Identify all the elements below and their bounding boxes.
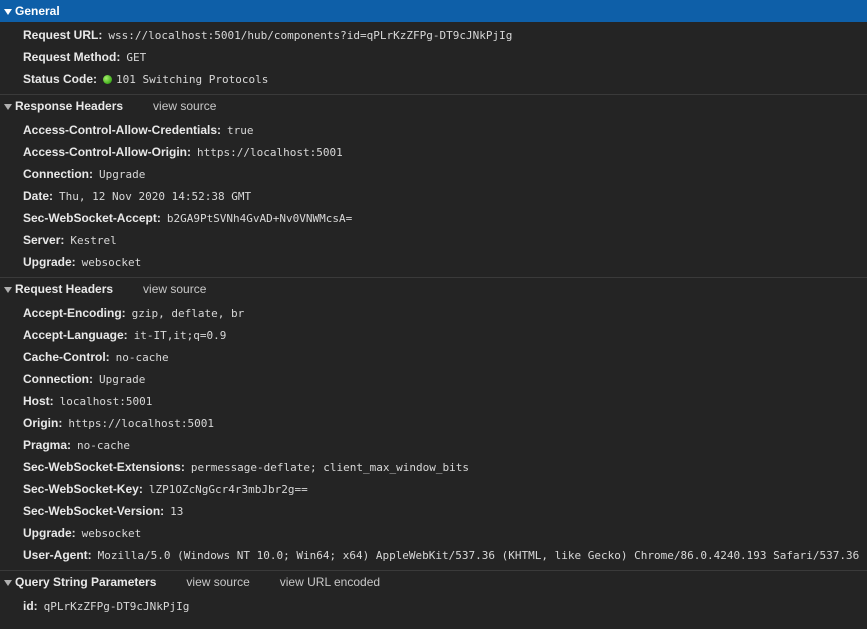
header-name: User-Agent: [23,548,92,562]
header-name: Request Method: [23,50,121,64]
header-row: Pragma: no-cache [0,434,867,456]
headers-panel: General Request URL: wss://localhost:500… [0,0,867,629]
request-view-source-link[interactable]: view source [143,282,206,296]
general-section-header[interactable]: General [0,0,867,22]
header-value: gzip, deflate, br [131,306,245,320]
header-value: it-IT,it;q=0.9 [133,328,227,342]
header-name: Accept-Encoding: [23,306,126,320]
header-name: Date: [23,189,54,203]
header-name: Upgrade: [23,255,76,269]
header-row: User-Agent: Mozilla/5.0 (Windows NT 10.0;… [0,544,867,566]
expand-triangle-icon [4,286,12,293]
header-row: Origin: https://localhost:5001 [0,412,867,434]
header-value: websocket [81,526,142,540]
header-row: Cache-Control: no-cache [0,346,867,368]
request-headers-title: Request Headers [15,282,114,296]
general-row-request-url: Request URL: wss://localhost:5001/hub/co… [0,24,867,46]
general-row-status-code: Status Code: 101 Switching Protocols [0,68,867,90]
response-headers-title: Response Headers [15,99,124,113]
header-row: Access-Control-Allow-Origin: https://loca… [0,141,867,163]
header-value: wss://localhost:5001/hub/components?id=q… [108,28,513,42]
header-name: Sec-WebSocket-Key: [23,482,143,496]
header-row: Date: Thu, 12 Nov 2020 14:52:38 GMT [0,185,867,207]
header-row: id: qPLrKzZFPg-DT9cJNkPjIg [0,595,867,617]
response-view-source-link[interactable]: view source [153,99,216,113]
header-value: websocket [81,255,142,269]
header-value: Upgrade [99,372,146,386]
header-value: GET [126,50,147,64]
status-ok-dot-icon [103,74,113,84]
header-name: Connection: [23,372,93,386]
general-row-request-method: Request Method: GET [0,46,867,68]
general-rows: Request URL: wss://localhost:5001/hub/co… [0,22,867,94]
header-name: id: [23,599,38,613]
header-value: true [227,123,254,137]
header-row: Upgrade: websocket [0,522,867,544]
header-name: Origin: [23,416,63,430]
header-value: permessage-deflate; client_max_window_bi… [190,460,469,474]
header-row: Host: localhost:5001 [0,390,867,412]
expand-triangle-icon [4,8,12,15]
header-value: no-cache [115,350,169,364]
header-value: Thu, 12 Nov 2020 14:52:38 GMT [59,189,252,203]
expand-triangle-icon [4,579,12,586]
header-row: Sec-WebSocket-Accept: b2GA9PtSVNh4GvAD+Nv… [0,207,867,229]
query-view-url-encoded-link[interactable]: view URL encoded [280,575,380,589]
header-row: Sec-WebSocket-Key: lZP1OZcNgGcr4r3mbJbr2g… [0,478,867,500]
response-headers-section-header[interactable]: Response Headers view source [0,95,867,117]
header-name: Server: [23,233,65,247]
header-name: Connection: [23,167,93,181]
general-section-title: General [15,4,60,18]
header-row: Accept-Language: it-IT,it;q=0.9 [0,324,867,346]
header-value: Mozilla/5.0 (Windows NT 10.0; Win64; x64… [97,548,860,562]
header-row: Access-Control-Allow-Credentials: true [0,119,867,141]
header-value: lZP1OZcNgGcr4r3mbJbr2g== [148,482,308,496]
header-name: Sec-WebSocket-Version: [23,504,165,518]
header-value: https://localhost:5001 [68,416,215,430]
header-row: Sec-WebSocket-Extensions: permessage-defl… [0,456,867,478]
header-row: Accept-Encoding: gzip, deflate, br [0,302,867,324]
header-row: Sec-WebSocket-Version: 13 [0,500,867,522]
header-row: Connection: Upgrade [0,368,867,390]
header-value: b2GA9PtSVNh4GvAD+Nv0VNWMcsA= [166,211,353,225]
header-name: Access-Control-Allow-Credentials: [23,123,222,137]
header-name: Cache-Control: [23,350,110,364]
header-name: Sec-WebSocket-Accept: [23,211,161,225]
header-value: Kestrel [70,233,117,247]
header-name: Pragma: [23,438,72,452]
header-name: Host: [23,394,54,408]
header-value: Upgrade [99,167,146,181]
header-value: localhost:5001 [59,394,153,408]
header-value: https://localhost:5001 [197,145,343,159]
header-name: Status Code: [23,72,98,86]
request-headers-section-header[interactable]: Request Headers view source [0,278,867,300]
query-view-source-link[interactable]: view source [186,575,249,589]
header-name: Access-Control-Allow-Origin: [23,145,192,159]
header-value: 101 Switching Protocols [116,72,269,86]
header-name: Accept-Language: [23,328,128,342]
header-row: Upgrade: websocket [0,251,867,273]
header-row: Server: Kestrel [0,229,867,251]
query-params-rows: id: qPLrKzZFPg-DT9cJNkPjIg [0,593,867,621]
header-name: Sec-WebSocket-Extensions: [23,460,185,474]
response-headers-rows: Access-Control-Allow-Credentials: true Acc… [0,117,867,277]
request-headers-rows: Accept-Encoding: gzip, deflate, br Accept-… [0,300,867,570]
header-value: 13 [170,504,184,518]
header-name: Request URL: [23,28,103,42]
expand-triangle-icon [4,103,12,110]
header-name: Upgrade: [23,526,76,540]
header-row: Connection: Upgrade [0,163,867,185]
query-params-section-header[interactable]: Query String Parameters view source view… [0,571,867,593]
header-value: no-cache [77,438,131,452]
header-value: qPLrKzZFPg-DT9cJNkPjIg [43,599,190,613]
query-params-title: Query String Parameters [15,575,157,589]
